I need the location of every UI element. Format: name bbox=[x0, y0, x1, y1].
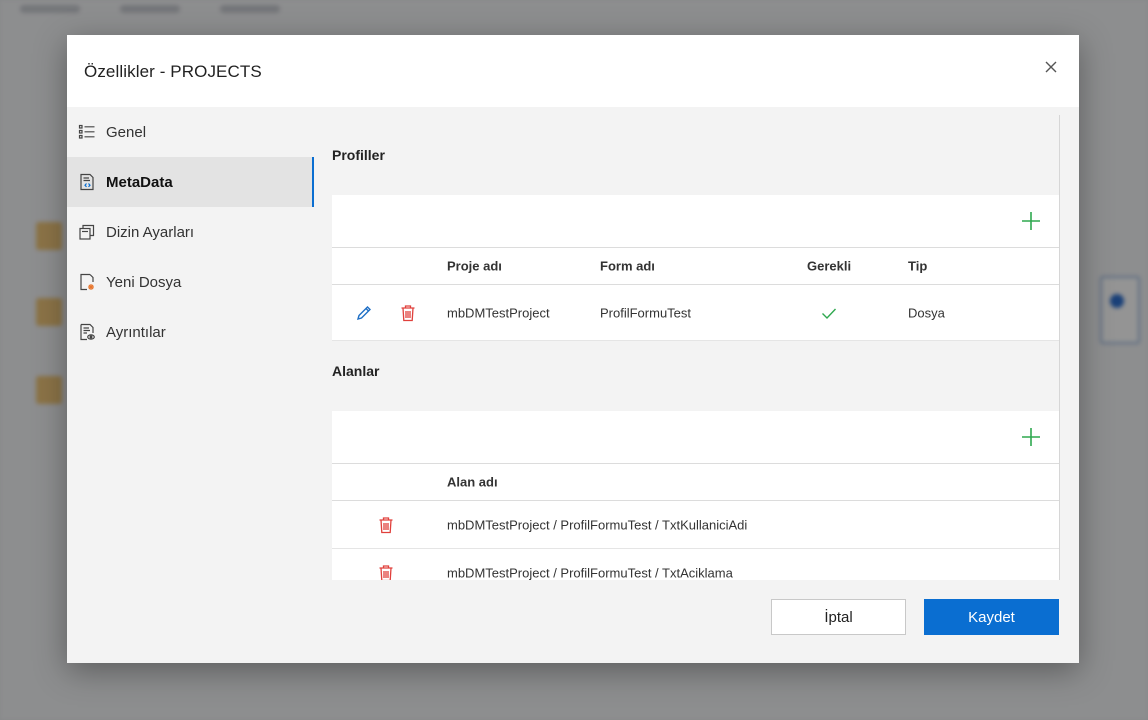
profiles-panel: Proje adı Form adı Gerekli Tip mbDMTestP… bbox=[332, 195, 1059, 341]
sidebar-item-label: Dizin Ayarları bbox=[106, 223, 195, 241]
sidebar-item-dizin-ayarlari[interactable]: Dizin Ayarları bbox=[67, 207, 314, 257]
cancel-button[interactable]: İptal bbox=[771, 599, 906, 635]
edit-pencil-icon[interactable] bbox=[355, 304, 373, 322]
scrollbar-track[interactable] bbox=[1059, 115, 1060, 580]
properties-dialog: Özellikler - PROJECTS Genel MetaData Diz… bbox=[67, 35, 1079, 663]
table-row: mbDMTestProject / ProfilFormuTest / TxtK… bbox=[332, 501, 1059, 549]
cell-form-name: ProfilFormuTest bbox=[600, 305, 692, 320]
fields-toolbar bbox=[332, 411, 1059, 464]
trash-icon[interactable] bbox=[399, 304, 417, 322]
column-header-project: Proje adı bbox=[447, 258, 502, 274]
fields-table-header: Alan adı bbox=[332, 464, 1059, 501]
checkmark-icon bbox=[820, 304, 838, 322]
document-details-icon bbox=[78, 323, 96, 341]
table-row: mbDMTestProject ProfilFormuTest Dosya bbox=[332, 285, 1059, 341]
column-header-form: Form adı bbox=[600, 258, 655, 274]
sidebar-item-label: Genel bbox=[106, 123, 147, 141]
list-icon bbox=[78, 123, 96, 141]
table-row: mbDMTestProject / ProfilFormuTest / TxtA… bbox=[332, 549, 1059, 580]
column-header-type: Tip bbox=[908, 258, 928, 274]
sidebar-item-metadata[interactable]: MetaData bbox=[67, 157, 314, 207]
column-header-required: Gerekli bbox=[807, 258, 852, 274]
content-area: Profiller Proje adı Form adı Gerekli Tip bbox=[314, 107, 1079, 663]
new-file-icon bbox=[78, 273, 96, 291]
close-icon[interactable] bbox=[1041, 57, 1061, 77]
dialog-header: Özellikler - PROJECTS bbox=[67, 35, 1079, 107]
profiles-toolbar bbox=[332, 195, 1059, 248]
plus-icon[interactable] bbox=[1021, 427, 1041, 447]
dialog-title: Özellikler - PROJECTS bbox=[84, 62, 262, 81]
save-button[interactable]: Kaydet bbox=[924, 599, 1059, 635]
plus-icon[interactable] bbox=[1021, 211, 1041, 231]
trash-icon[interactable] bbox=[377, 516, 395, 534]
sidebar-item-label: Yeni Dosya bbox=[106, 273, 182, 291]
sidebar: Genel MetaData Dizin Ayarları Yeni Dosya… bbox=[67, 107, 314, 663]
trash-icon[interactable] bbox=[377, 564, 395, 580]
sidebar-item-label: Ayrıntılar bbox=[106, 323, 166, 341]
sidebar-item-label: MetaData bbox=[106, 173, 173, 191]
sidebar-item-genel[interactable]: Genel bbox=[67, 107, 314, 157]
profiles-section-title: Profiller bbox=[332, 147, 385, 163]
folder-copy-icon bbox=[78, 223, 96, 241]
metadata-document-icon bbox=[78, 173, 96, 191]
content-scroll-area[interactable]: Profiller Proje adı Form adı Gerekli Tip bbox=[332, 115, 1060, 580]
fields-panel: Alan adı mbDMTestProject / ProfilFormuTe… bbox=[332, 411, 1059, 580]
profiles-table-header: Proje adı Form adı Gerekli Tip bbox=[332, 248, 1059, 285]
fields-section-title: Alanlar bbox=[332, 363, 380, 379]
dialog-footer: İptal Kaydet bbox=[314, 599, 1079, 649]
sidebar-item-ayrintilar[interactable]: Ayrıntılar bbox=[67, 307, 314, 357]
cell-type: Dosya bbox=[908, 305, 945, 320]
sidebar-item-yeni-dosya[interactable]: Yeni Dosya bbox=[67, 257, 314, 307]
cell-project-name: mbDMTestProject bbox=[447, 305, 550, 320]
column-header-field-name: Alan adı bbox=[447, 474, 498, 490]
cell-field-name: mbDMTestProject / ProfilFormuTest / TxtA… bbox=[447, 565, 733, 580]
cell-field-name: mbDMTestProject / ProfilFormuTest / TxtK… bbox=[447, 517, 748, 532]
